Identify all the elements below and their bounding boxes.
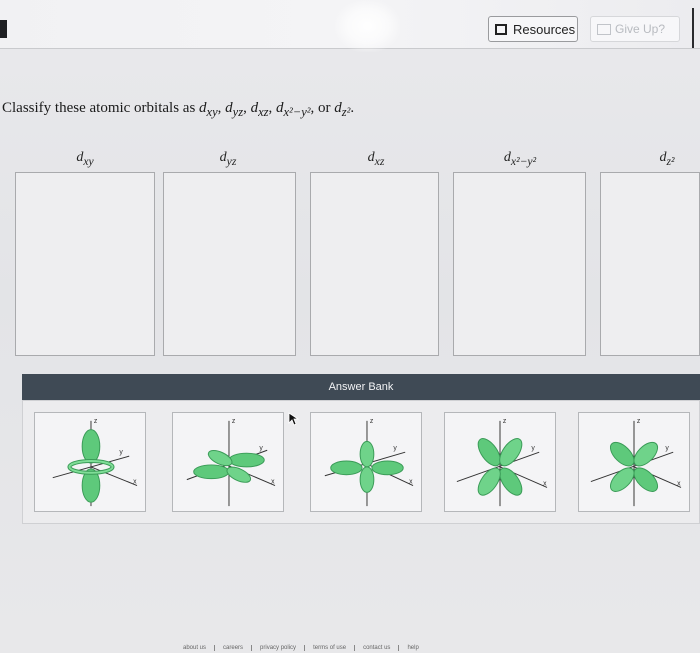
prompt-orbital-3: dxz — [250, 100, 269, 119]
target-label-dxz: dxz — [367, 150, 385, 168]
give-up-button[interactable]: Give Up? — [590, 16, 680, 42]
footer-link-contact[interactable]: contact us — [355, 644, 400, 651]
svg-text:z: z — [370, 418, 374, 425]
orbital-card-3[interactable]: z y x — [310, 412, 422, 512]
target-labels: dxy dyz dxz dx²−y² dz² — [0, 150, 700, 172]
svg-text:x: x — [677, 481, 681, 488]
svg-text:y: y — [119, 449, 123, 456]
answer-bank-header: Answer Bank — [22, 374, 700, 400]
give-up-label: Give Up? — [615, 22, 666, 36]
orbital-card-4[interactable]: z y x — [444, 412, 556, 512]
footer-link-privacy[interactable]: privacy policy — [252, 644, 306, 651]
prompt-orbital-5: dz² — [334, 100, 351, 119]
target-label-dx2y2: dx²−y² — [503, 150, 537, 168]
svg-text:z: z — [94, 418, 98, 425]
target-label-dz2: dz² — [659, 150, 675, 168]
orbital-dx2y2-icon: z y x — [186, 418, 276, 507]
svg-text:x: x — [543, 481, 547, 488]
svg-text:z: z — [503, 418, 507, 425]
svg-text:z: z — [232, 418, 236, 425]
prompt-orbital-4: dx²−y² — [276, 100, 311, 119]
target-label-dyz: dyz — [219, 150, 237, 168]
left-edge-tab — [0, 20, 7, 38]
orbital-dz2-icon: z y x — [52, 418, 138, 507]
orbital-dxy-icon: z y x — [324, 418, 414, 507]
answer-bank-title: Answer Bank — [328, 381, 394, 393]
svg-text:y: y — [531, 445, 535, 452]
footer-link-careers[interactable]: careers — [215, 644, 253, 651]
prompt-text: Classify these atomic orbitals as — [2, 100, 200, 116]
prompt-orbital-2: dyz — [225, 100, 244, 119]
prompt-end: . — [350, 100, 355, 116]
question-prompt: Classify these atomic orbitals as dxy, d… — [2, 100, 355, 119]
svg-text:x: x — [271, 479, 275, 486]
give-up-icon — [597, 23, 611, 35]
drop-zone-dx2y2[interactable] — [453, 172, 586, 356]
drop-zone-dyz[interactable] — [163, 172, 296, 356]
svg-text:y: y — [393, 445, 397, 452]
footer-links: about us careers privacy policy terms of… — [175, 642, 427, 653]
orbital-dxz-icon: z y x — [456, 418, 548, 507]
footer-link-help[interactable]: help — [399, 645, 426, 651]
drop-zone-dxz[interactable] — [310, 172, 439, 356]
orbital-card-1[interactable]: z y x — [34, 412, 146, 512]
orbital-dyz-icon: z y x — [590, 418, 682, 507]
drop-zone-dz2[interactable] — [600, 172, 700, 356]
footer-link-terms[interactable]: terms of use — [305, 644, 356, 651]
target-label-dxy: dxy — [76, 150, 94, 168]
drop-zone-dxy[interactable] — [15, 172, 155, 356]
mouse-cursor-icon — [288, 412, 300, 426]
resources-button[interactable]: Resources — [488, 16, 578, 42]
prompt-orbital-1: dxy — [199, 100, 218, 119]
svg-text:y: y — [665, 445, 669, 452]
svg-text:z: z — [637, 418, 641, 425]
orbital-card-5[interactable]: z y x — [578, 412, 690, 512]
right-edge-divider — [692, 8, 694, 48]
svg-text:y: y — [259, 445, 263, 452]
orbital-card-2[interactable]: z y x — [172, 412, 284, 512]
resources-icon — [495, 23, 507, 35]
svg-text:x: x — [133, 479, 137, 486]
footer-link-about[interactable]: about us — [175, 644, 216, 651]
svg-text:x: x — [409, 479, 413, 486]
resources-label: Resources — [513, 21, 576, 37]
screen-glare — [335, 0, 400, 52]
